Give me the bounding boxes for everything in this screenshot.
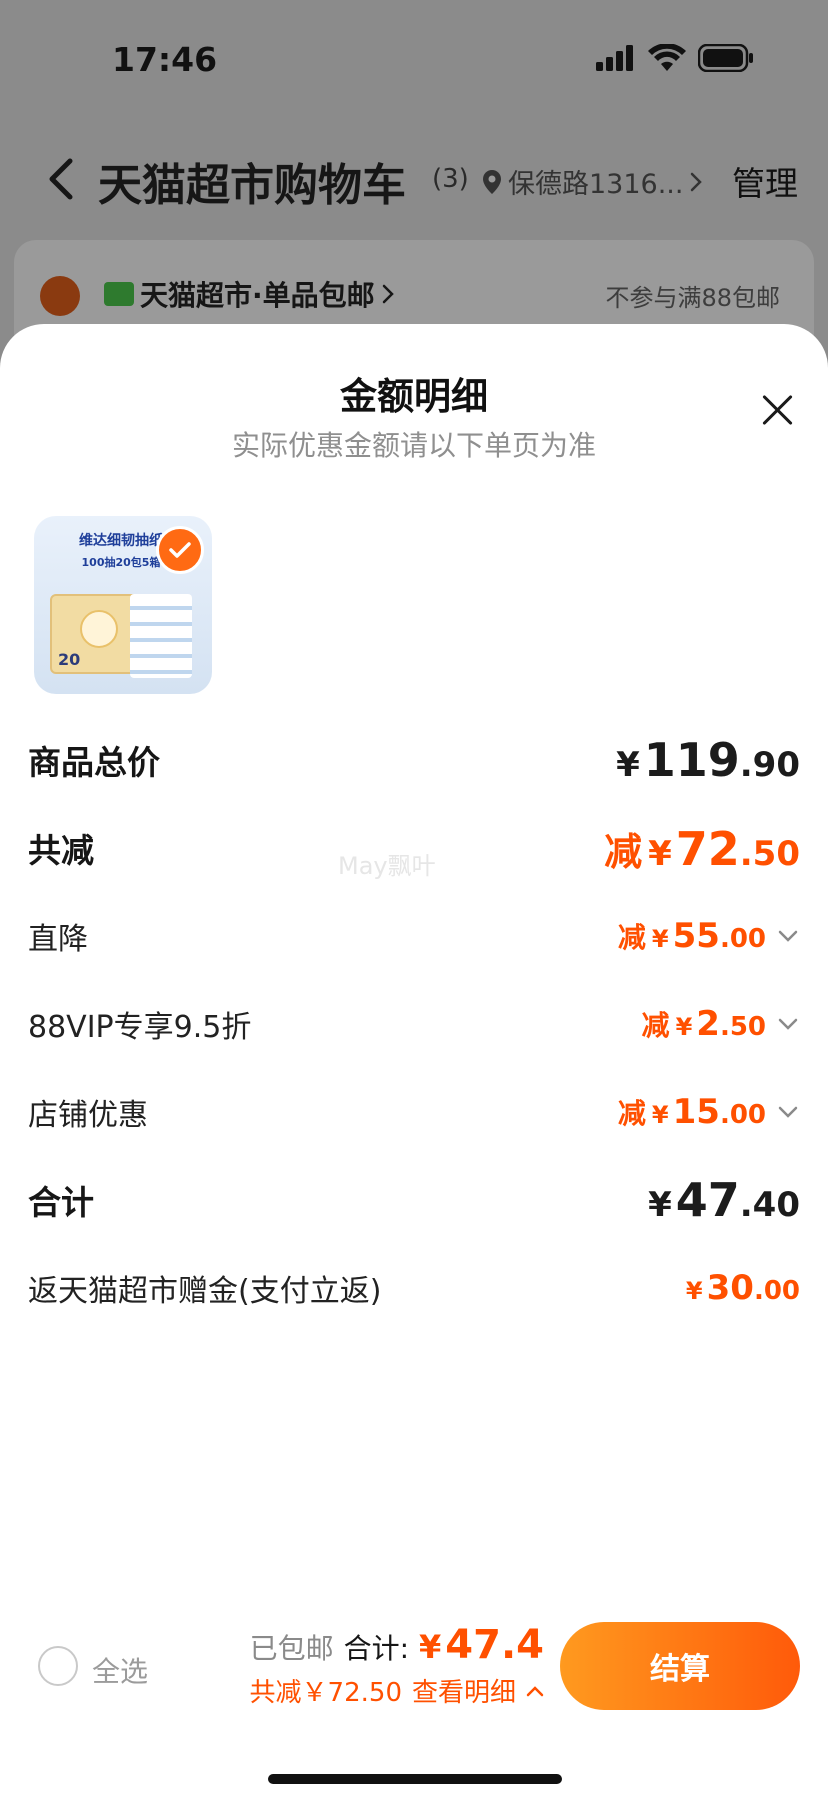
pack-logo-circle [80, 610, 118, 648]
store-discount-row[interactable]: 店铺优惠 减 ¥15.00 [28, 1082, 800, 1142]
home-indicator [268, 1774, 562, 1784]
product-thumbnail[interactable]: 维达细韧抽纸 100抽20包5箱 20 [34, 516, 212, 694]
status-time: 17:46 [112, 40, 218, 79]
close-icon[interactable] [758, 390, 798, 430]
subtotal-row: 商品总价 ¥119.90 [28, 730, 800, 790]
direct-cut-label: 直降 [28, 922, 88, 957]
vip-discount-row[interactable]: 88VIP专享9.5折 减 ¥2.50 [28, 994, 800, 1054]
sheet-subtitle: 实际优惠金额请以下单页为准 [231, 429, 596, 462]
chevron-down-icon[interactable] [776, 1100, 800, 1124]
direct-cut-row[interactable]: 直降 减 ¥55.00 [28, 906, 800, 966]
footer-discount-text: 共减￥72.50 [249, 1678, 402, 1708]
checkout-button[interactable]: 结算 [560, 1622, 800, 1710]
total-price: ¥47.40 [648, 1173, 800, 1227]
view-detail-link[interactable]: 查看明细 [412, 1672, 516, 1709]
free-shipping-text: 已包邮 [249, 1632, 334, 1665]
product-pack-image: 20 [50, 594, 140, 674]
cart-count: (3) [432, 164, 469, 194]
chevron-up-icon[interactable] [526, 1684, 544, 1698]
total-discount-label: 共减 [28, 831, 94, 870]
footer-total-label: 合计: [343, 1632, 410, 1665]
sheet-title: 金额明细 [340, 375, 488, 418]
store-badge-icon [104, 282, 134, 306]
store-name-link[interactable]: 天猫超市·单品包邮 [140, 274, 395, 314]
pack-label: 20 [58, 650, 81, 669]
wifi-icon [648, 44, 686, 71]
back-icon[interactable] [44, 155, 78, 203]
subtotal-price: ¥119.90 [616, 733, 800, 787]
location-pin-icon [483, 169, 501, 194]
chevron-right-icon [382, 284, 394, 304]
subtotal-label: 商品总价 [28, 743, 160, 782]
direct-cut-price: 减 ¥55.00 [617, 916, 766, 956]
store-discount-price: 减 ¥15.00 [617, 1092, 766, 1132]
select-all-label[interactable]: 全选 [92, 1650, 148, 1690]
chevron-right-icon [691, 172, 703, 191]
status-icons [596, 44, 754, 72]
product-stack-image [130, 594, 192, 678]
total-discount-price: 减 ¥72.50 [604, 821, 800, 876]
rebate-price: ¥30.00 [685, 1268, 800, 1308]
store-discount-label: 店铺优惠 [28, 1098, 148, 1133]
vip-discount-label: 88VIP专享9.5折 [28, 1010, 252, 1045]
amount-detail-sheet: 金额明细 实际优惠金额请以下单页为准 维达细韧抽纸 100抽20包5箱 20 M… [0, 324, 828, 1800]
total-row: 合计 ¥47.40 [28, 1170, 800, 1230]
checkout-footer: 全选 已包邮 合计: ¥47.4 共减￥72.50 查看明细 结算 [0, 1600, 828, 1720]
store-name: 天猫超市·单品包邮 [140, 279, 375, 312]
rebate-label: 返天猫超市赠金(支付立返) [28, 1274, 382, 1309]
product-selected-check-icon[interactable] [156, 526, 204, 574]
footer-total-price: ¥47.4 [419, 1622, 544, 1668]
chevron-down-icon[interactable] [776, 1012, 800, 1036]
location-text: 保德路1316... [508, 169, 684, 200]
footer-summary: 已包邮 合计: ¥47.4 共减￥72.50 查看明细 [224, 1622, 544, 1709]
status-bar: 17:46 [0, 0, 828, 120]
manage-button[interactable]: 管理 [732, 157, 798, 205]
battery-icon [698, 44, 753, 72]
cart-header: 天猫超市购物车 (3) 保德路1316... 管理 [0, 135, 828, 225]
cellular-signal-icon [596, 45, 633, 71]
rebate-row: 返天猫超市赠金(支付立返) ¥30.00 [28, 1258, 800, 1318]
total-label: 合计 [28, 1183, 94, 1222]
chevron-down-icon[interactable] [776, 924, 800, 948]
select-all-radio[interactable] [38, 1646, 78, 1686]
location-selector[interactable]: 保德路1316... [482, 162, 703, 201]
total-discount-row: 共减 减 ¥72.50 [28, 818, 800, 878]
cart-title: 天猫超市购物车 [98, 160, 406, 211]
vip-discount-price: 减 ¥2.50 [641, 1004, 766, 1044]
store-note: 不参与满88包邮 [605, 284, 780, 312]
store-checkbox[interactable] [40, 276, 80, 316]
